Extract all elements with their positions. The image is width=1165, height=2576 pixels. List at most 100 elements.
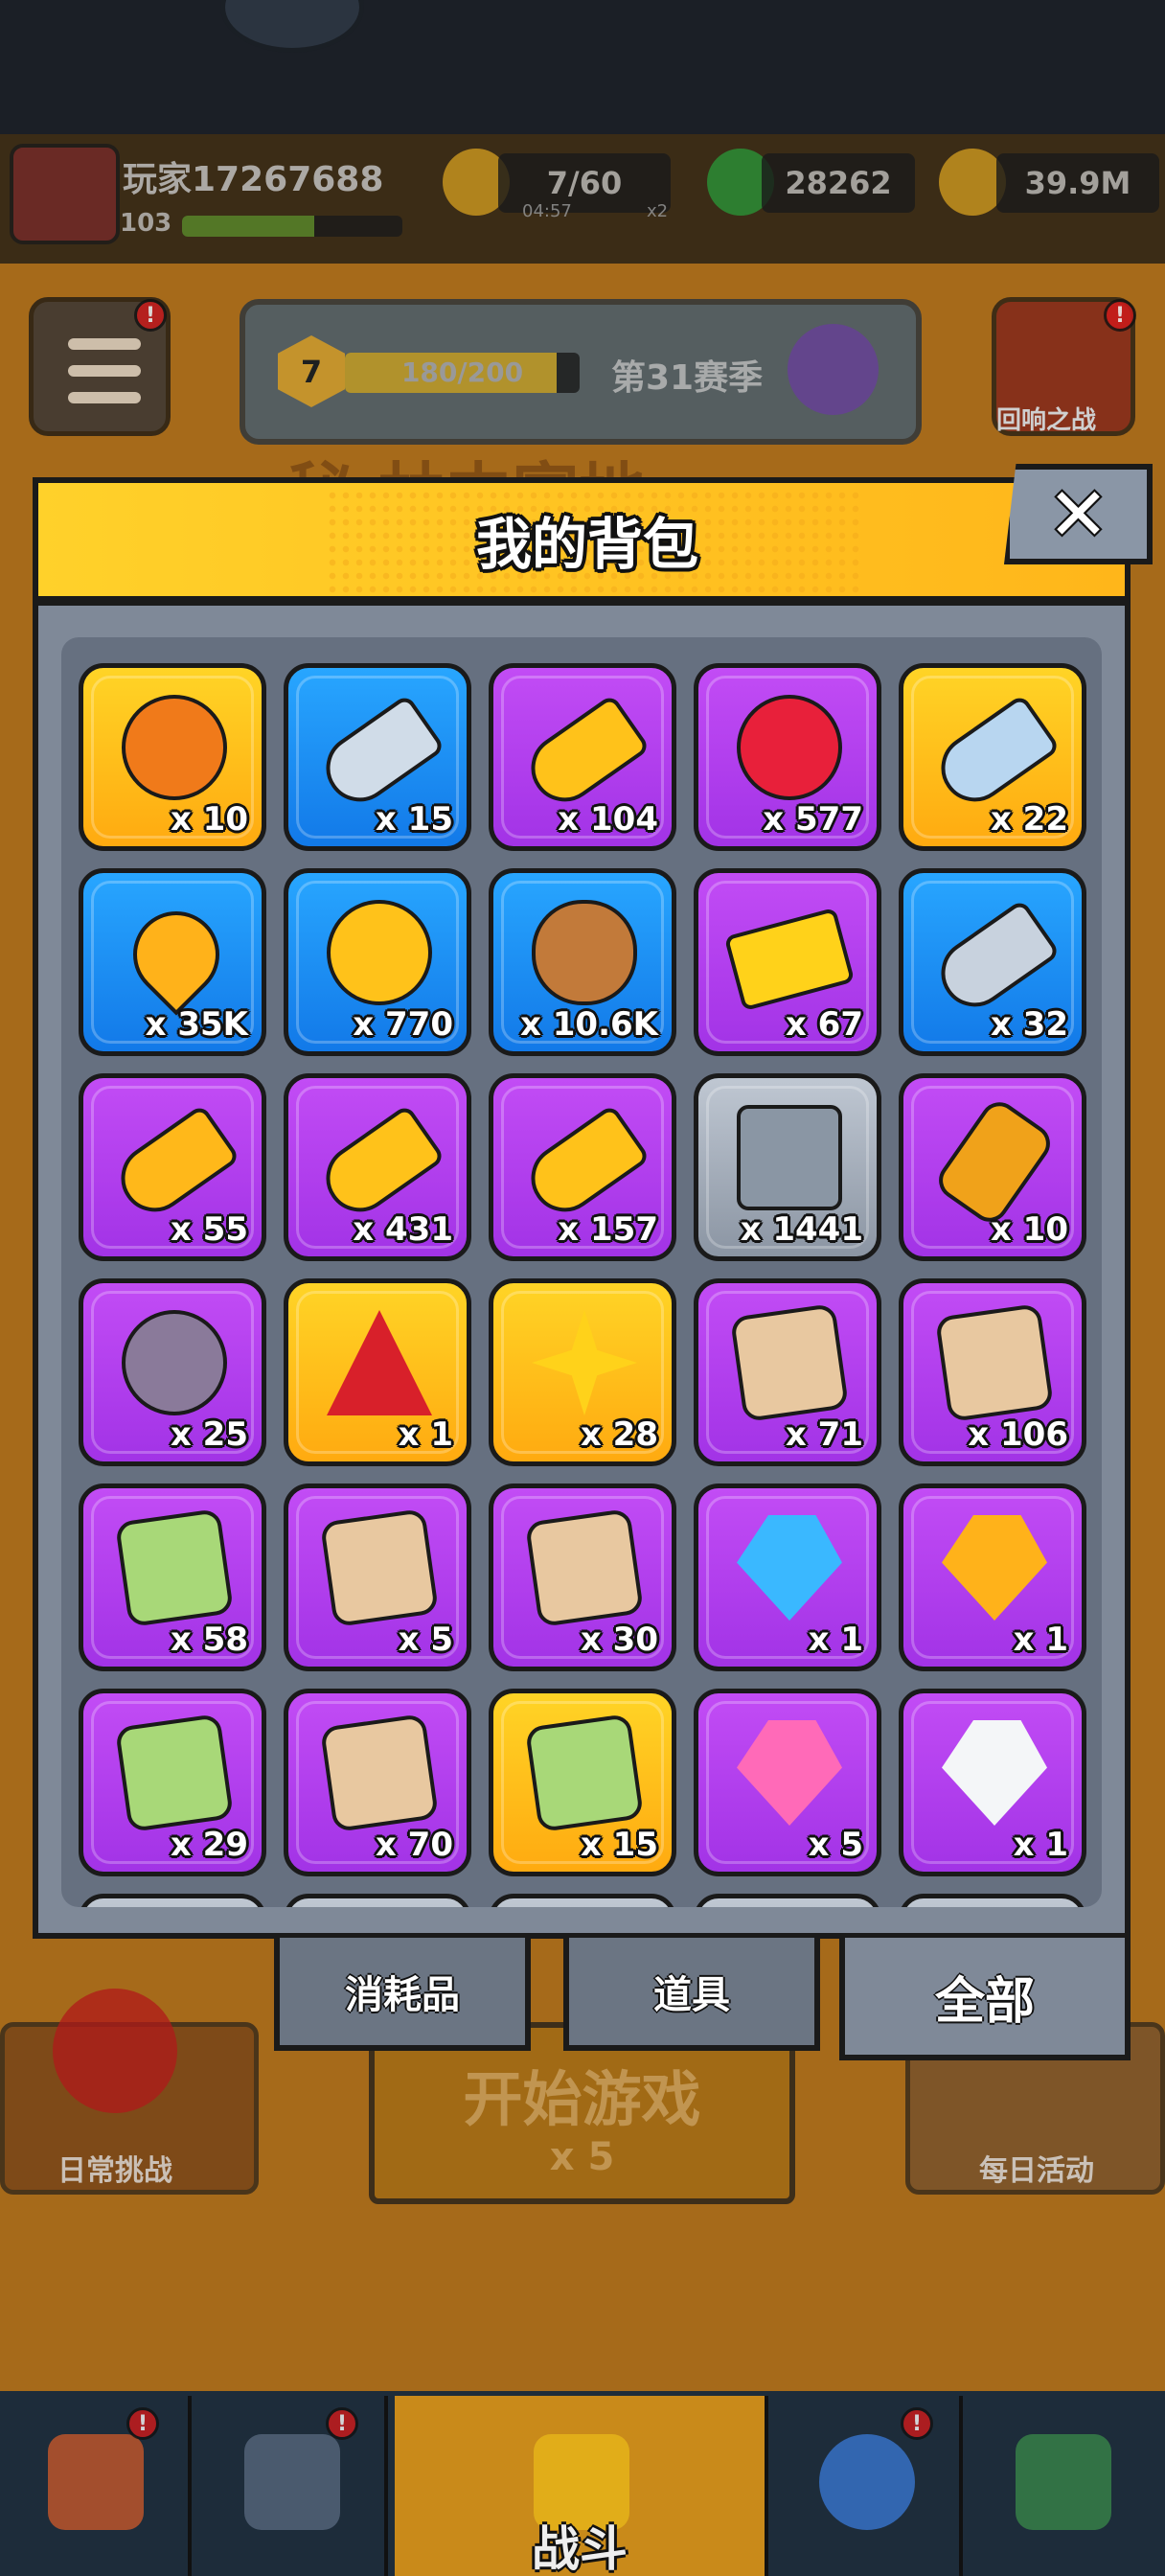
hero-star-icon — [819, 2434, 915, 2530]
backpack-item[interactable]: x 1 — [694, 1484, 881, 1671]
puzzle-piece-icon — [524, 1507, 645, 1628]
item-quantity: x 67 — [785, 1005, 863, 1044]
backpack-item-partial[interactable] — [899, 1894, 1086, 1907]
item-quantity: x 431 — [353, 1210, 453, 1249]
top-dark-band — [0, 0, 1165, 134]
item-quantity: x 5 — [808, 1826, 863, 1864]
item-quantity: x 1 — [808, 1621, 863, 1659]
item-quantity: x 15 — [375, 800, 453, 839]
backpack-item[interactable]: x 431 — [284, 1073, 471, 1261]
close-button[interactable]: ✕ — [1004, 464, 1153, 564]
tab-props[interactable]: 道具 — [563, 1938, 820, 2051]
nav-equipment[interactable] — [196, 2396, 388, 2576]
backpack-item[interactable]: x 32 — [899, 868, 1086, 1056]
energy-timer: 04:57 — [522, 201, 572, 221]
echo-alert-badge: ! — [1104, 299, 1136, 332]
backpack-item[interactable]: x 10.6K — [489, 868, 676, 1056]
item-quantity: x 1 — [1013, 1621, 1068, 1659]
backpack-item[interactable]: x 70 — [284, 1689, 471, 1876]
backpack-item[interactable]: x 67 — [694, 868, 881, 1056]
backpack-item[interactable]: x 1441 — [694, 1073, 881, 1261]
player-xp-bar — [182, 216, 402, 237]
gold-counter[interactable]: 39.9M — [996, 153, 1159, 213]
backpack-item[interactable]: x 15 — [489, 1689, 676, 1876]
backpack-item[interactable]: x 5 — [284, 1484, 471, 1671]
backpack-item[interactable]: x 1 — [899, 1484, 1086, 1671]
backpack-item[interactable]: x 106 — [899, 1278, 1086, 1466]
item-quantity: x 15 — [580, 1826, 658, 1864]
backpack-item[interactable]: x 71 — [694, 1278, 881, 1466]
backpack-item[interactable]: x 58 — [79, 1484, 266, 1671]
backpack-item[interactable]: x 30 — [489, 1484, 676, 1671]
backpack-item[interactable]: x 25 — [79, 1278, 266, 1466]
puzzle-piece-icon — [114, 1507, 235, 1628]
backpack-item[interactable]: x 770 — [284, 868, 471, 1056]
player-avatar[interactable] — [10, 144, 120, 244]
gem-counter[interactable]: 28262 — [762, 153, 915, 213]
item-quantity: x 1 — [1013, 1826, 1068, 1864]
backpack-item-partial[interactable] — [284, 1894, 471, 1907]
echo-battle-label: 回响之战 — [996, 406, 1097, 435]
item-quantity: x 28 — [580, 1415, 658, 1454]
backpack-title: 我的背包 — [475, 512, 698, 577]
heroes-alert-badge: ! — [901, 2407, 933, 2440]
item-quantity: x 770 — [353, 1005, 453, 1044]
start-game-cost: x 5 — [549, 2135, 615, 2179]
shop-icon — [48, 2434, 144, 2530]
item-quantity: x 55 — [170, 1210, 248, 1249]
dna-icon — [1016, 2434, 1111, 2530]
item-quantity: x 70 — [375, 1826, 453, 1864]
backpack-item-partial[interactable] — [694, 1894, 881, 1907]
item-quantity: x 577 — [763, 800, 863, 839]
item-quantity: x 10 — [170, 800, 248, 839]
close-icon: ✕ — [1047, 471, 1109, 557]
backpack-item[interactable]: x 15 — [284, 663, 471, 851]
backpack-item[interactable]: x 1 — [284, 1278, 471, 1466]
ruby-orb-icon — [122, 1310, 227, 1415]
season-badge-icon — [788, 324, 879, 415]
backpack-item[interactable]: x 35K — [79, 868, 266, 1056]
tab-all[interactable]: 全部 — [839, 1938, 1131, 2060]
backpack-item[interactable]: x 10 — [79, 663, 266, 851]
menu-icon — [68, 338, 141, 350]
item-quantity: x 29 — [170, 1826, 248, 1864]
item-quantity: x 22 — [990, 800, 1068, 839]
daily-challenge-label: 日常挑战 — [57, 2154, 172, 2188]
backpack-item[interactable]: x 157 — [489, 1073, 676, 1261]
backpack-item[interactable]: x 28 — [489, 1278, 676, 1466]
puzzle-piece-icon — [319, 1713, 440, 1833]
skull-puzzle-icon — [524, 1713, 645, 1833]
start-game-label: 开始游戏 — [463, 2064, 701, 2134]
daily-activity-label: 每日活动 — [979, 2154, 1094, 2188]
backpack-item-grid[interactable]: x 10 x 15 x 104 x 577 x 22 x 35K x 770 x 10.6K x… — [61, 637, 1102, 1907]
item-quantity: x 106 — [968, 1415, 1068, 1454]
item-quantity: x 32 — [990, 1005, 1068, 1044]
tab-consumables[interactable]: 消耗品 — [274, 1938, 531, 2051]
metal-cube-icon — [737, 1105, 842, 1210]
backpack-item[interactable]: x 1 — [899, 1689, 1086, 1876]
season-progress-text: 180/200 — [400, 356, 524, 388]
backpack-item[interactable]: x 22 — [899, 663, 1086, 851]
nav-heroes[interactable] — [771, 2396, 963, 2576]
gem-value: 28262 — [785, 165, 892, 201]
item-quantity: x 71 — [785, 1415, 863, 1454]
item-quantity: x 1441 — [740, 1210, 863, 1249]
player-xp-fill — [182, 216, 314, 237]
item-quantity: x 10.6K — [519, 1005, 658, 1044]
gold-value: 39.9M — [1024, 165, 1131, 201]
nav-shop[interactable] — [0, 2396, 192, 2576]
backpack-item[interactable]: x 577 — [694, 663, 881, 851]
tab-all-label: 全部 — [934, 1972, 1035, 2031]
backpack-item-partial[interactable] — [79, 1894, 266, 1907]
tab-consumables-label: 消耗品 — [345, 1973, 460, 2017]
backpack-item[interactable]: x 104 — [489, 663, 676, 851]
nav-evolution[interactable] — [968, 2396, 1159, 2576]
backpack-item[interactable]: x 29 — [79, 1689, 266, 1876]
backpack-item[interactable]: x 10 — [899, 1073, 1086, 1261]
backpack-item[interactable]: x 5 — [694, 1689, 881, 1876]
nav-battle[interactable]: 战斗 — [395, 2396, 768, 2576]
backpack-item-partial[interactable] — [489, 1894, 676, 1907]
item-quantity: x 35K — [145, 1005, 248, 1044]
backpack-item[interactable]: x 55 — [79, 1073, 266, 1261]
item-quantity: x 10 — [990, 1210, 1068, 1249]
